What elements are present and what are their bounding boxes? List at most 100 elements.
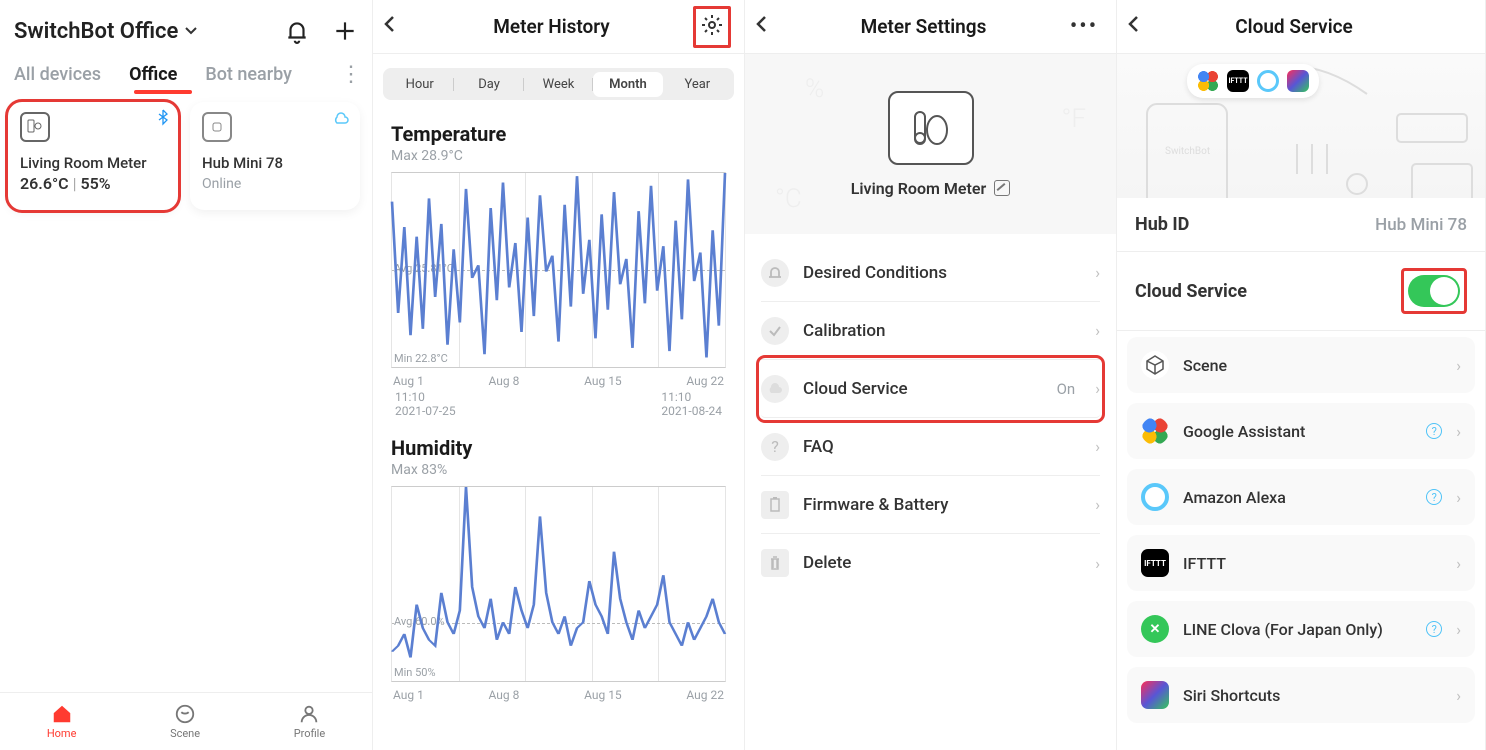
ifttt-icon: IFTTT bbox=[1227, 70, 1249, 92]
device-name: Hub Mini 78 bbox=[202, 154, 348, 172]
cloud-pane: Cloud Service SwitchBot IFTTT Hub ID Hub… bbox=[1117, 0, 1486, 750]
location-name: SwitchBot Office bbox=[14, 19, 178, 44]
battery-icon bbox=[761, 491, 789, 519]
chevron-left-icon bbox=[755, 15, 769, 33]
row-firmware[interactable]: Firmware & Battery › bbox=[761, 476, 1100, 534]
settings-button[interactable] bbox=[693, 6, 731, 48]
temperature-chart[interactable]: Avg 25.81°C Min 22.8°C bbox=[391, 172, 726, 368]
tab-office[interactable]: Office bbox=[115, 60, 191, 89]
humidity-max: Max 83% bbox=[391, 462, 726, 478]
add-button[interactable] bbox=[332, 18, 358, 44]
cloud-icon bbox=[761, 375, 789, 403]
svg-text:SwitchBot: SwitchBot bbox=[1165, 146, 1210, 157]
chevron-down-icon bbox=[184, 24, 198, 38]
integration-alexa[interactable]: Amazon Alexa ? › bbox=[1127, 469, 1475, 525]
integrations-list: Scene › Google Assistant ? › Amazon Alex… bbox=[1117, 331, 1485, 729]
chevron-right-icon: › bbox=[1456, 488, 1461, 507]
chevron-right-icon: › bbox=[1095, 554, 1100, 573]
integration-scene[interactable]: Scene › bbox=[1127, 337, 1475, 393]
line-clova-icon: ✕ bbox=[1141, 615, 1169, 643]
device-humidity: 55% bbox=[81, 174, 111, 193]
back-button[interactable] bbox=[1127, 14, 1157, 39]
location-dropdown[interactable]: SwitchBot Office bbox=[14, 19, 198, 44]
nav-scene[interactable]: Scene bbox=[170, 703, 200, 740]
cloud-toggle-row: Cloud Service bbox=[1117, 252, 1485, 331]
nav-home[interactable]: Home bbox=[47, 703, 77, 740]
row-cloud-service[interactable]: Cloud Service On › bbox=[761, 360, 1100, 418]
back-button[interactable] bbox=[383, 14, 413, 39]
home-header: SwitchBot Office bbox=[0, 0, 372, 56]
google-icon bbox=[1197, 70, 1219, 92]
row-desired-conditions[interactable]: Desired Conditions › bbox=[761, 244, 1100, 302]
hero-app-icons: IFTTT bbox=[1187, 64, 1319, 98]
cloud-hero: SwitchBot IFTTT bbox=[1117, 54, 1485, 198]
shortcuts-icon bbox=[1287, 70, 1309, 92]
bell-icon bbox=[761, 259, 789, 287]
chevron-right-icon: › bbox=[1095, 495, 1100, 514]
cloud-header: Cloud Service bbox=[1117, 0, 1485, 54]
integration-ifttt[interactable]: IFTTT IFTTT › bbox=[1127, 535, 1475, 591]
tab-all-devices[interactable]: All devices bbox=[0, 60, 115, 89]
hub-id-value: Hub Mini 78 bbox=[1375, 215, 1467, 235]
integration-line-clova[interactable]: ✕ LINE Clova (For Japan Only) ? › bbox=[1127, 601, 1475, 657]
chevron-right-icon: › bbox=[1095, 321, 1100, 340]
deco-celsius-icon: °C bbox=[775, 184, 802, 214]
temperature-xaxis: Aug 1 Aug 8 Aug 15 Aug 22 bbox=[391, 368, 726, 388]
cloud-service-label: Cloud Service bbox=[1135, 281, 1247, 302]
alexa-icon bbox=[1257, 70, 1279, 92]
home-icon bbox=[51, 703, 73, 725]
device-card-meter[interactable]: Living Room Meter 26.6°C|55% bbox=[8, 102, 178, 210]
humidity-title: Humidity bbox=[391, 436, 726, 460]
chevron-right-icon: › bbox=[1456, 422, 1461, 441]
trash-icon bbox=[761, 549, 789, 577]
cloud-toggle-highlight bbox=[1401, 268, 1467, 314]
row-calibration[interactable]: Calibration › bbox=[761, 302, 1100, 360]
integration-google[interactable]: Google Assistant ? › bbox=[1127, 403, 1475, 459]
seg-month[interactable]: Month bbox=[593, 72, 662, 97]
more-tabs-button[interactable]: ⋮ bbox=[340, 62, 372, 87]
header-actions bbox=[284, 18, 358, 44]
device-name: Living Room Meter bbox=[851, 179, 987, 198]
chevron-right-icon: › bbox=[1095, 437, 1100, 456]
google-assistant-icon bbox=[1141, 417, 1169, 445]
bluetooth-icon bbox=[158, 110, 168, 127]
cloud-service-toggle[interactable] bbox=[1408, 275, 1460, 307]
humidity-chart[interactable]: Avg 60.0% Min 50% bbox=[391, 486, 726, 682]
history-pane: Meter History Hour Day Week Month Year T… bbox=[373, 0, 745, 750]
chevron-right-icon: › bbox=[1095, 263, 1100, 282]
row-delete[interactable]: Delete › bbox=[761, 534, 1100, 592]
help-icon[interactable]: ? bbox=[1426, 423, 1442, 439]
plus-icon bbox=[332, 18, 358, 44]
back-button[interactable] bbox=[755, 14, 785, 39]
bell-icon bbox=[284, 18, 310, 44]
device-card-hub[interactable]: Hub Mini 78 Online bbox=[190, 102, 360, 210]
seg-day[interactable]: Day bbox=[454, 72, 523, 97]
bottom-nav: Home Scene Profile bbox=[0, 692, 372, 750]
meter-icon bbox=[20, 112, 50, 142]
check-icon bbox=[761, 317, 789, 345]
siri-shortcuts-icon bbox=[1141, 681, 1169, 709]
integration-siri[interactable]: Siri Shortcuts › bbox=[1127, 667, 1475, 723]
edit-name-button[interactable] bbox=[994, 180, 1010, 196]
seg-hour[interactable]: Hour bbox=[385, 72, 454, 97]
gear-icon bbox=[700, 13, 724, 37]
device-cards: Living Room Meter 26.6°C|55% Hub Mini 78… bbox=[0, 92, 372, 220]
tab-bot-nearby[interactable]: Bot nearby bbox=[191, 60, 306, 89]
device-status: Online bbox=[202, 176, 348, 192]
notifications-button[interactable] bbox=[284, 18, 310, 44]
settings-list: Desired Conditions › Calibration › Cloud… bbox=[745, 234, 1116, 602]
seg-year[interactable]: Year bbox=[663, 72, 732, 97]
page-title: Cloud Service bbox=[1157, 15, 1431, 38]
more-button[interactable]: ••• bbox=[1062, 14, 1106, 39]
temperature-section: Temperature Max 28.9°C Avg 25.81°C Min 2… bbox=[373, 114, 744, 428]
temperature-max: Max 28.9°C bbox=[391, 148, 726, 164]
device-temp: 26.6°C bbox=[20, 174, 69, 193]
row-faq[interactable]: ? FAQ › bbox=[761, 418, 1100, 476]
nav-profile[interactable]: Profile bbox=[294, 703, 325, 740]
help-icon[interactable]: ? bbox=[1426, 621, 1442, 637]
seg-week[interactable]: Week bbox=[524, 72, 593, 97]
chevron-right-icon: › bbox=[1456, 356, 1461, 375]
help-icon[interactable]: ? bbox=[1426, 489, 1442, 505]
device-readings: 26.6°C|55% bbox=[20, 174, 166, 193]
scene-icon bbox=[1141, 351, 1169, 379]
